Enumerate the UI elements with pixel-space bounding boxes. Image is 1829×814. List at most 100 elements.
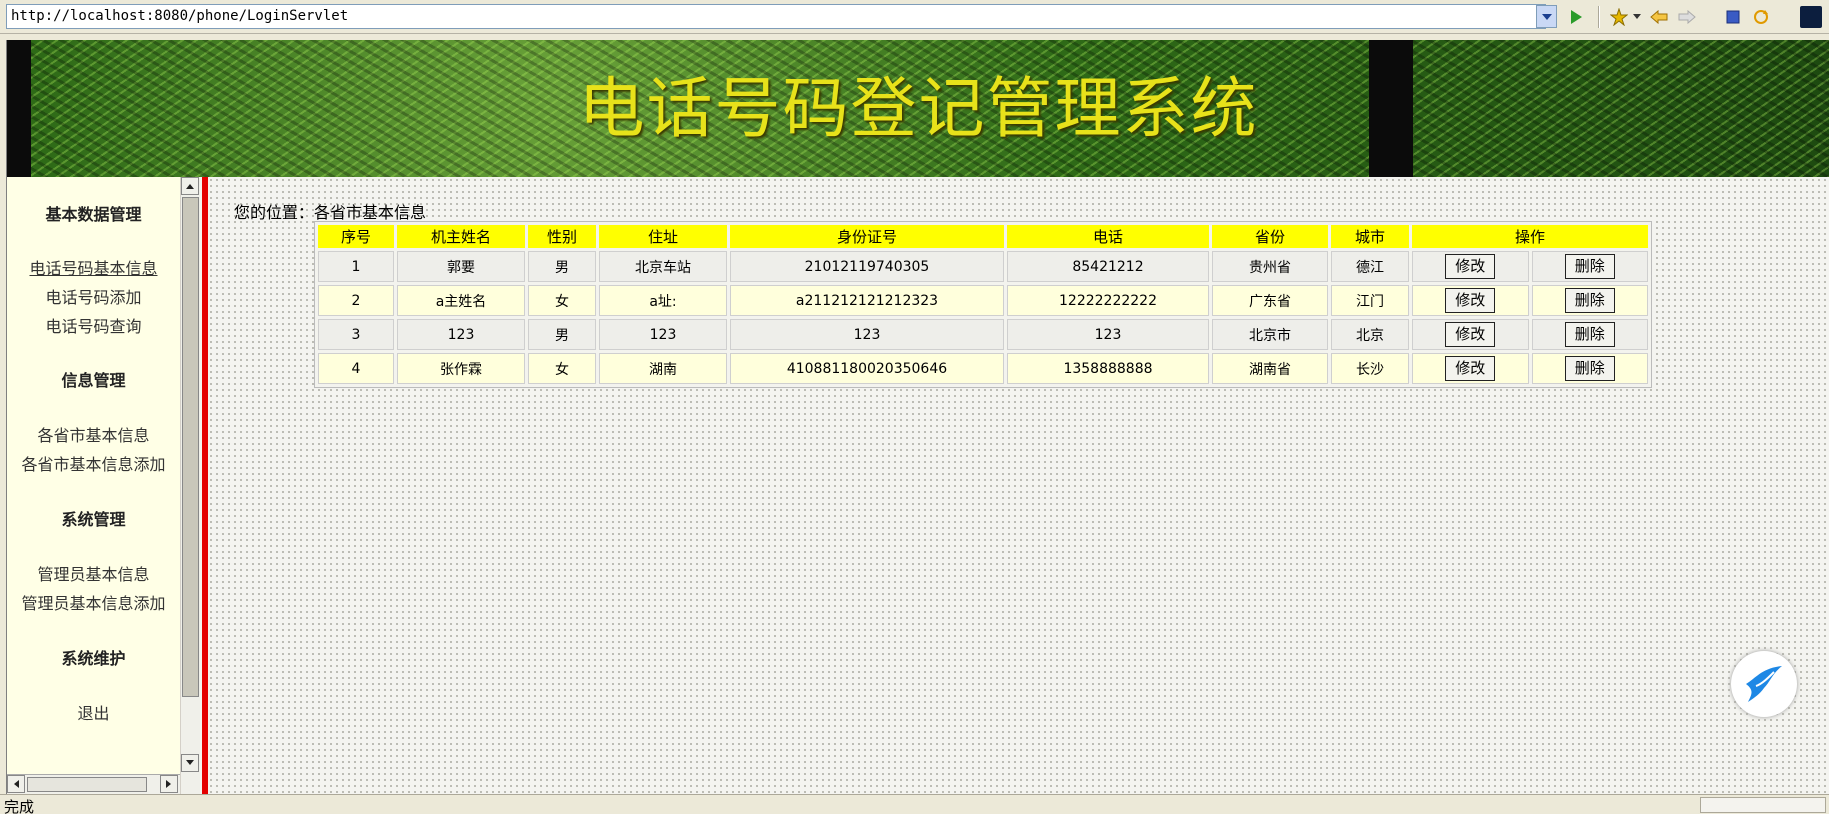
- nav-item-phone-add[interactable]: 电话号码添加: [7, 284, 180, 308]
- app-icon[interactable]: [1800, 6, 1822, 28]
- province-info-table: 序号 机主姓名 性别 住址 身份证号 电话 省份 城市 操作 1 郭要 男 北京…: [314, 221, 1652, 388]
- edit-button[interactable]: 修改: [1445, 254, 1496, 279]
- table-cell: 3: [318, 319, 394, 350]
- delete-button[interactable]: 删除: [1564, 288, 1615, 313]
- arrow-left-icon: [1650, 10, 1668, 24]
- scroll-down-button[interactable]: [181, 754, 199, 772]
- table-cell: 123: [1007, 319, 1209, 350]
- scroll-up-button[interactable]: [181, 177, 199, 195]
- status-progress-box: [1700, 797, 1826, 813]
- scrollbar-thumb[interactable]: [182, 197, 199, 697]
- favorites-button[interactable]: [1608, 6, 1630, 28]
- table-cell: 2: [318, 285, 394, 316]
- scroll-left-button[interactable]: [7, 775, 25, 793]
- chevron-right-icon: [166, 780, 171, 788]
- chevron-up-icon: [186, 184, 194, 189]
- table-cell: 410881180020350646: [730, 353, 1004, 384]
- table-cell: 北京车站: [599, 251, 727, 282]
- table-cell: 删除: [1531, 251, 1648, 282]
- column-header: 省份: [1212, 225, 1328, 248]
- status-text: 完成: [4, 798, 35, 814]
- back-button[interactable]: [1648, 6, 1670, 28]
- table-cell: 21012119740305: [730, 251, 1004, 282]
- nav-item-admin-info[interactable]: 管理员基本信息: [7, 561, 180, 585]
- column-header: 城市: [1331, 225, 1409, 248]
- table-cell: 男: [528, 319, 596, 350]
- table-cell: 修改: [1412, 251, 1529, 282]
- table-cell: 4: [318, 353, 394, 384]
- arrow-right-icon: [1678, 10, 1696, 24]
- chevron-down-icon: [1633, 14, 1641, 19]
- column-header: 机主姓名: [397, 225, 525, 248]
- table-cell: 郭要: [397, 251, 525, 282]
- nav-item-admin-add[interactable]: 管理员基本信息添加: [7, 590, 180, 614]
- table-cell: 张作霖: [397, 353, 525, 384]
- scrollbar-thumb[interactable]: [27, 777, 147, 792]
- table-cell: 女: [528, 285, 596, 316]
- bird-icon: [1746, 666, 1782, 702]
- table-cell: 长沙: [1331, 353, 1409, 384]
- status-bar: 完成: [0, 794, 1829, 814]
- address-input[interactable]: http://localhost:8080/phone/LoginServlet: [6, 4, 1546, 29]
- column-header: 住址: [599, 225, 727, 248]
- table-cell: 湖南省: [1212, 353, 1328, 384]
- table-cell: a211212121212323: [730, 285, 1004, 316]
- nav-item-province-info[interactable]: 各省市基本信息: [7, 422, 180, 446]
- edit-button[interactable]: 修改: [1445, 288, 1496, 313]
- table-cell: 修改: [1412, 285, 1529, 316]
- nav-group-system: 系统管理: [61, 510, 126, 529]
- nav-group-info: 信息管理: [61, 371, 126, 390]
- nav-item-province-add[interactable]: 各省市基本信息添加: [7, 451, 180, 475]
- table-cell: a址:: [599, 285, 727, 316]
- refresh-button[interactable]: [1750, 6, 1772, 28]
- play-icon: [1571, 10, 1582, 24]
- table-cell: 1358888888: [1007, 353, 1209, 384]
- table-cell: 85421212: [1007, 251, 1209, 282]
- column-header: 性别: [528, 225, 596, 248]
- table-cell: 删除: [1531, 353, 1648, 384]
- go-button[interactable]: [1565, 6, 1587, 28]
- sidebar-horizontal-scrollbar[interactable]: [7, 774, 180, 794]
- floating-assistant-button[interactable]: [1731, 651, 1797, 717]
- table-cell: 男: [528, 251, 596, 282]
- table-cell: 123: [730, 319, 1004, 350]
- nav-item-phone-info[interactable]: 电话号码基本信息: [7, 255, 180, 279]
- table-cell: 12222222222: [1007, 285, 1209, 316]
- nav-item-logout[interactable]: 退出: [7, 700, 180, 724]
- chevron-down-icon: [1541, 13, 1552, 20]
- chevron-down-icon: [186, 760, 194, 765]
- address-dropdown-button[interactable]: [1536, 5, 1557, 28]
- table-cell: 湖南: [599, 353, 727, 384]
- breadcrumb: 您的位置：各省市基本信息: [234, 203, 427, 222]
- table-cell: 贵州省: [1212, 251, 1328, 282]
- table-cell: 北京: [1331, 319, 1409, 350]
- stop-icon: [1726, 10, 1740, 24]
- chevron-left-icon: [14, 780, 19, 788]
- scroll-right-button[interactable]: [160, 775, 178, 793]
- edit-button[interactable]: 修改: [1445, 322, 1496, 347]
- delete-button[interactable]: 删除: [1564, 322, 1615, 347]
- forward-button[interactable]: [1676, 6, 1698, 28]
- nav-group-basic-data: 基本数据管理: [45, 205, 142, 224]
- favorites-menu-button[interactable]: [1632, 6, 1642, 28]
- sidebar-vertical-scrollbar[interactable]: [180, 177, 200, 794]
- toolbar-separator: [1598, 6, 1600, 28]
- main-panel: 您的位置：各省市基本信息 序号 机主姓名 性别 住址 身份证号 电话 省份 城市…: [208, 177, 1829, 794]
- delete-button[interactable]: 删除: [1564, 356, 1615, 381]
- delete-button[interactable]: 删除: [1564, 254, 1615, 279]
- stop-button[interactable]: [1722, 6, 1744, 28]
- sidebar: 基本数据管理 电话号码基本信息 电话号码添加 电话号码查询 信息管理 各省市基本…: [7, 177, 180, 794]
- column-header: 操作: [1412, 225, 1648, 248]
- browser-content: 电话号码登记管理系统 基本数据管理 电话号码基本信息 电话号码添加 电话号码查询…: [6, 40, 1829, 794]
- refresh-icon: [1754, 10, 1768, 24]
- system-title: 电话号码登记管理系统: [578, 70, 1259, 147]
- edit-button[interactable]: 修改: [1445, 356, 1496, 381]
- table-row: 3 123 男 123 123 123 北京市 北京 修改 删除: [318, 319, 1648, 350]
- nav-item-phone-query[interactable]: 电话号码查询: [7, 313, 180, 337]
- table-row: 4 张作霖 女 湖南 410881180020350646 1358888888…: [318, 353, 1648, 384]
- table-cell: 女: [528, 353, 596, 384]
- table-cell: 北京市: [1212, 319, 1328, 350]
- table-cell: 广东省: [1212, 285, 1328, 316]
- nav-group-maintenance: 系统维护: [61, 649, 126, 668]
- table-cell: 修改: [1412, 353, 1529, 384]
